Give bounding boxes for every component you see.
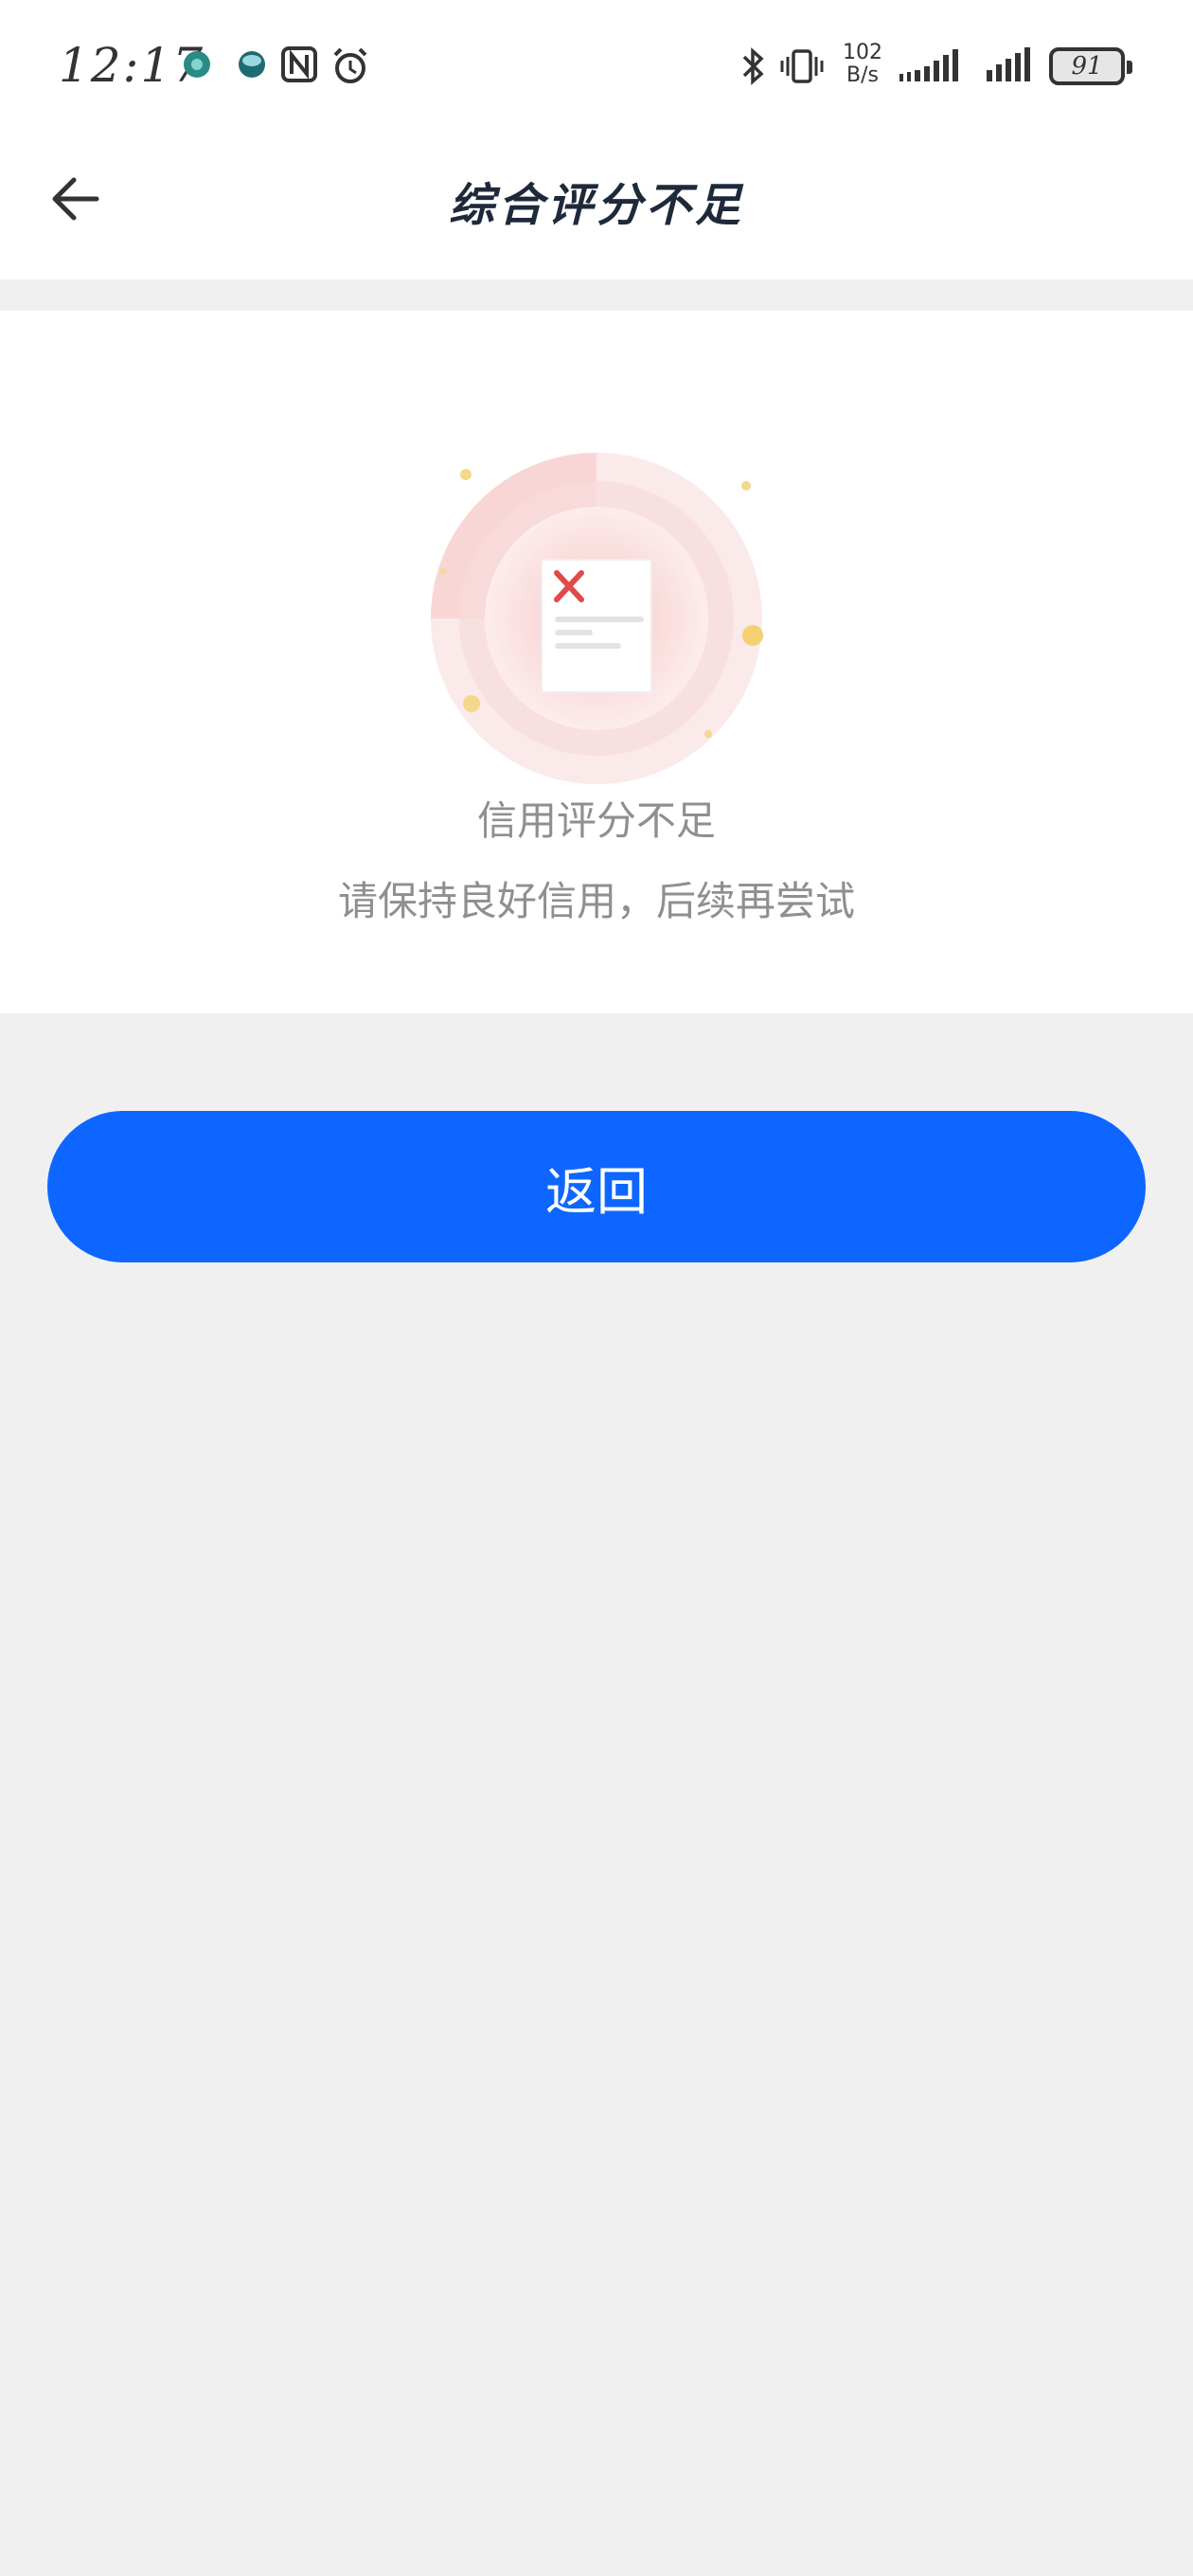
app-notification-icon (184, 51, 210, 78)
net-speed: 102 B/s (839, 42, 886, 87)
result-subtitle: 请保持良好信用，后续再尝试 (337, 878, 855, 924)
alarm-icon (333, 47, 367, 83)
signal-icon (987, 47, 1030, 81)
status-bar: 12:17 102 B/s 91 (0, 0, 1193, 137)
return-button[interactable]: 返回 (47, 1111, 1146, 1262)
battery-level: 91 (1071, 52, 1103, 80)
rejected-document-icon (431, 453, 763, 784)
result-card: 信用评分不足 请保持良好信用，后续再尝试 (0, 311, 1193, 1013)
bluetooth-icon (742, 47, 764, 85)
signal-icon (899, 49, 958, 81)
app-notification-icon (239, 51, 265, 78)
vibrate-icon (780, 49, 824, 83)
net-speed-value: 102 (843, 41, 882, 64)
nfc-icon (281, 46, 317, 82)
result-title: 信用评分不足 (476, 797, 716, 844)
net-speed-unit: B/s (846, 63, 879, 87)
page-title: 综合评分不足 (448, 179, 744, 232)
battery-icon: 91 (1049, 47, 1132, 85)
nav-bar: 综合评分不足 (0, 137, 1193, 279)
